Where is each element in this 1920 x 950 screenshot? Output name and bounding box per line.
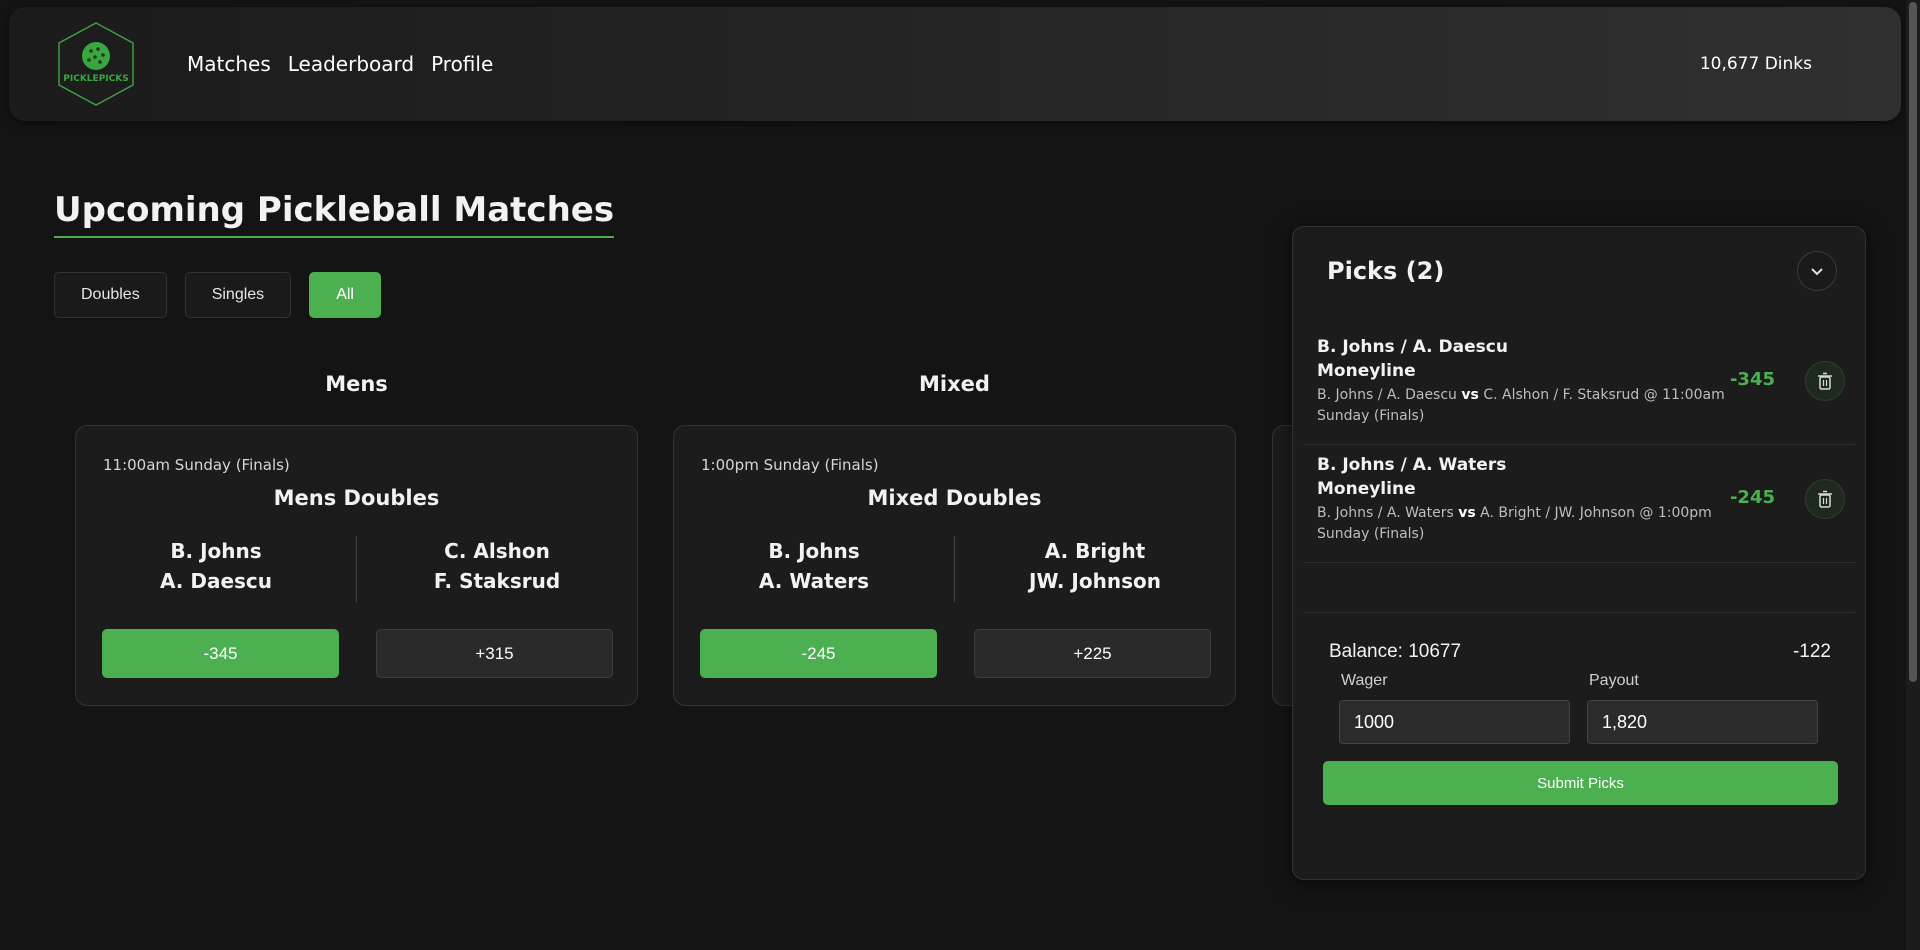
team-player: C. Alshon	[444, 539, 550, 563]
panel-divider	[1303, 612, 1855, 613]
submit-picks-button[interactable]: Submit Picks	[1323, 761, 1838, 805]
remove-pick-button[interactable]	[1805, 479, 1845, 519]
match-time: 1:00pm Sunday (Finals)	[701, 456, 879, 474]
nav-profile[interactable]: Profile	[431, 52, 493, 76]
match-time: 11:00am Sunday (Finals)	[103, 456, 290, 474]
team-2: A. Bright JW. Johnson	[955, 536, 1235, 600]
match-title: Mixed Doubles	[867, 486, 1042, 510]
odds-row: -245 +225	[700, 629, 1211, 678]
odds-button-team-1[interactable]: -345	[102, 629, 339, 678]
picks-title: Picks (2)	[1327, 257, 1445, 285]
page-title: Upcoming Pickleball Matches	[54, 190, 615, 238]
filter-doubles-button[interactable]: Doubles	[54, 272, 167, 318]
trash-icon	[1818, 372, 1832, 390]
match-title: Mens Doubles	[273, 486, 440, 510]
scrollbar-thumb[interactable]	[1909, 2, 1917, 682]
top-nav-bar: PICKLEPICKS Matches Leaderboard Profile …	[9, 7, 1901, 121]
pick-description: B. Johns / A. Daescu vs C. Alshon / F. S…	[1317, 387, 1725, 424]
collapse-picks-button[interactable]	[1797, 251, 1837, 291]
header-balance: 10,677 Dinks	[1699, 54, 1812, 74]
combined-odds: -122	[1792, 641, 1831, 662]
column-heading-mens: Mens	[325, 372, 388, 396]
pick-odds: -245	[1729, 487, 1775, 508]
pick-market: Moneyline	[1317, 479, 1416, 499]
wager-input[interactable]	[1339, 700, 1570, 744]
match-card: 11:00am Sunday (Finals) Mens Doubles B. …	[75, 425, 638, 706]
team-player: F. Staksrud	[433, 569, 561, 593]
odds-button-team-1[interactable]: -245	[700, 629, 937, 678]
team-player: JW. Johnson	[1029, 569, 1161, 593]
team-player: A. Daescu	[159, 569, 273, 593]
filter-singles-button[interactable]: Singles	[184, 272, 292, 318]
team-player: B. Johns	[768, 539, 860, 563]
pick-item: B. Johns / A. Daescu Moneyline B. Johns …	[1303, 327, 1855, 445]
wager-label: Wager	[1341, 672, 1388, 689]
trash-icon	[1818, 490, 1832, 508]
nav-matches[interactable]: Matches	[187, 52, 271, 76]
main-nav: Matches Leaderboard Profile	[187, 7, 493, 121]
team-1: B. Johns A. Daescu	[76, 536, 356, 600]
match-card: 1:00pm Sunday (Finals) Mixed Doubles B. …	[673, 425, 1236, 706]
payout-label: Payout	[1589, 672, 1639, 689]
filter-all-button[interactable]: All	[309, 272, 381, 318]
pick-odds: -345	[1729, 369, 1775, 390]
match-filters: Doubles Singles All	[54, 272, 381, 318]
pick-team: B. Johns / A. Daescu	[1317, 337, 1508, 357]
team-player: A. Bright	[1044, 539, 1146, 563]
remove-pick-button[interactable]	[1805, 361, 1845, 401]
column-heading-mixed: Mixed	[919, 372, 990, 396]
pick-description: B. Johns / A. Waters vs A. Bright / JW. …	[1317, 505, 1712, 542]
payout-field	[1587, 700, 1818, 744]
odds-button-team-2[interactable]: +315	[376, 629, 613, 678]
team-1: B. Johns A. Waters	[674, 536, 954, 600]
picks-panel: Picks (2) B. Johns / A. Daescu Moneyline…	[1292, 226, 1866, 880]
picklepicks-logo[interactable]: PICKLEPICKS	[51, 19, 141, 109]
team-player: A. Waters	[758, 569, 870, 593]
pick-market: Moneyline	[1317, 361, 1416, 381]
team-2: C. Alshon F. Staksrud	[357, 536, 637, 600]
pick-item: B. Johns / A. Waters Moneyline B. Johns …	[1303, 445, 1855, 563]
nav-leaderboard[interactable]: Leaderboard	[288, 52, 414, 76]
chevron-down-icon	[1811, 268, 1823, 276]
picks-balance: Balance: 10677	[1329, 641, 1462, 662]
pick-team: B. Johns / A. Waters	[1317, 455, 1507, 475]
match-teams: B. Johns A. Waters A. Bright JW. Johnson	[674, 536, 1235, 602]
team-player: B. Johns	[170, 539, 262, 563]
logo-wordmark: PICKLEPICKS	[63, 74, 128, 84]
page-scrollbar[interactable]	[1906, 0, 1920, 950]
match-teams: B. Johns A. Daescu C. Alshon F. Staksrud	[76, 536, 637, 602]
odds-row: -345 +315	[102, 629, 613, 678]
odds-button-team-2[interactable]: +225	[974, 629, 1211, 678]
